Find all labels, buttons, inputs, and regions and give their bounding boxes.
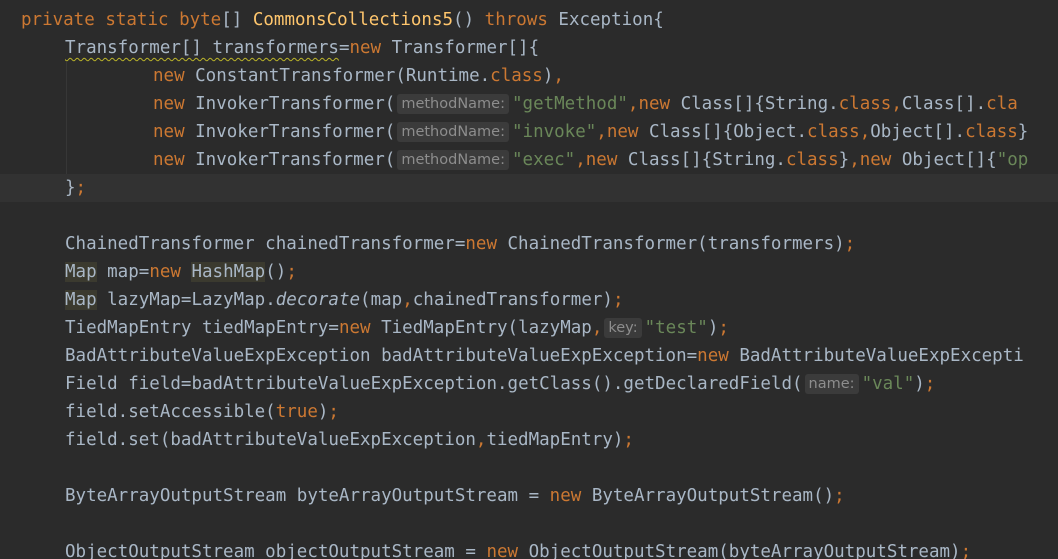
code-line[interactable]	[0, 202, 1058, 230]
code-line[interactable]: field.setAccessible(true);	[0, 398, 1058, 426]
code-line[interactable]: ByteArrayOutputStream byteArrayOutputStr…	[0, 482, 1058, 510]
inlay-hint-methodname: methodName:	[397, 94, 509, 114]
code-line[interactable]: new InvokerTransformer(methodName: "getMe…	[0, 90, 1058, 118]
code-line[interactable]: Transformer[] transformers=new Transform…	[0, 34, 1058, 62]
inlay-hint-key: key:	[604, 318, 642, 338]
code-line[interactable]	[0, 510, 1058, 538]
code-line[interactable]: BadAttributeValueExpException badAttribu…	[0, 342, 1058, 370]
highlighted-type-map[interactable]: Map	[65, 290, 97, 310]
code-line[interactable]: new InvokerTransformer(methodName: "invok…	[0, 118, 1058, 146]
warning-squiggle[interactable]: Transformer[] transformers	[65, 38, 339, 58]
code-line[interactable]: Map map=new HashMap();	[0, 258, 1058, 286]
method-name[interactable]: CommonsCollections5	[253, 10, 453, 30]
code-line[interactable]: TiedMapEntry tiedMapEntry=new TiedMapEnt…	[0, 314, 1058, 342]
code-line[interactable]: new ConstantTransformer(Runtime.class),	[0, 62, 1058, 90]
keyword-private: private	[21, 10, 95, 30]
code-line[interactable]: new InvokerTransformer(methodName: "exec"…	[0, 146, 1058, 174]
current-code-line[interactable]: };	[0, 174, 1058, 202]
highlighted-type-map[interactable]: Map	[65, 262, 97, 282]
code-line[interactable]: ChainedTransformer chainedTransformer=ne…	[0, 230, 1058, 258]
keyword-static: static	[105, 10, 169, 30]
code-line[interactable]: private static byte[] CommonsCollections…	[0, 6, 1058, 34]
inlay-hint-methodname: methodName:	[397, 122, 509, 142]
code-line[interactable]: ObjectOutputStream objectOutputStream = …	[0, 538, 1058, 559]
code-line[interactable]: Map lazyMap=LazyMap.decorate(map,chained…	[0, 286, 1058, 314]
code-line[interactable]	[0, 454, 1058, 482]
code-line[interactable]: Field field=badAttributeValueExpExceptio…	[0, 370, 1058, 398]
keyword-throws: throws	[484, 10, 548, 30]
highlighted-type-hashmap[interactable]: HashMap	[191, 262, 266, 282]
inlay-hint-methodname: methodName:	[397, 150, 509, 170]
code-line[interactable]: field.set(badAttributeValueExpException,…	[0, 426, 1058, 454]
inlay-hint-name: name:	[804, 374, 859, 394]
code-editor[interactable]: private static byte[] CommonsCollections…	[0, 0, 1058, 559]
keyword-byte: byte	[179, 10, 222, 30]
